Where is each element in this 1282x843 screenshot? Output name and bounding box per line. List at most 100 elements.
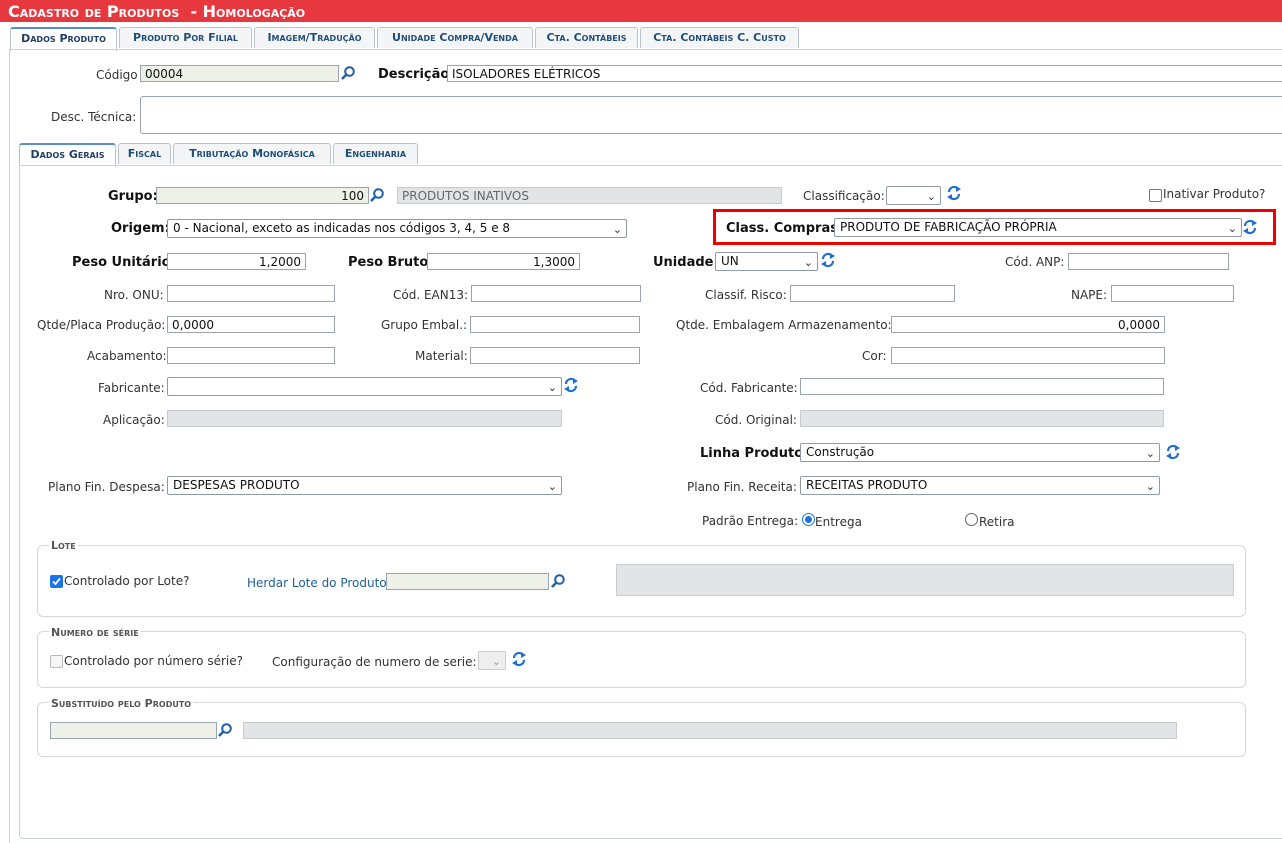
grupo-input[interactable]: 100	[156, 187, 369, 204]
cod-original-label: Cód. Original:	[715, 413, 797, 427]
desc-tecnica-label: Desc. Técnica:	[51, 110, 137, 124]
chevron-down-icon: ⌄	[612, 223, 622, 236]
chevron-down-icon: ⌄	[926, 190, 936, 203]
tab-dados-produto[interactable]: Dados Produto	[10, 27, 117, 51]
nro-onu-input[interactable]	[167, 285, 335, 302]
search-icon[interactable]	[217, 722, 233, 738]
top-tab-bar: Dados Produto Produto Por Filial Imagem/…	[10, 27, 1282, 51]
inativar-produto-checkbox[interactable]	[1149, 189, 1162, 202]
fabricante-select[interactable]: ⌄	[167, 377, 562, 396]
tab-engenharia[interactable]: Engenharia	[333, 143, 418, 164]
chevron-down-icon: ⌄	[1145, 447, 1155, 460]
config-serie-label: Configuração de numero de serie:	[272, 655, 477, 669]
refresh-icon[interactable]	[1165, 444, 1181, 460]
herdar-lote-link[interactable]: Herdar Lote do Produto	[247, 576, 387, 590]
class-compras-select[interactable]: PRODUTO DE FABRICAÇÃO PRÓPRIA ⌄	[834, 218, 1242, 237]
material-input[interactable]	[470, 347, 640, 364]
refresh-icon[interactable]	[563, 377, 579, 393]
controlado-serie-label: Controlado por número série?	[64, 654, 243, 668]
cor-label: Cor:	[862, 349, 887, 363]
plano-despesa-label: Plano Fin. Despesa:	[48, 480, 165, 494]
peso-bruto-input[interactable]: 1,3000	[427, 253, 580, 270]
entrega-radio[interactable]	[802, 513, 815, 526]
nape-label: NAPE:	[1071, 288, 1108, 302]
plano-despesa-select[interactable]: DESPESAS PRODUTO ⌄	[167, 476, 562, 495]
substituido-codigo-input[interactable]	[50, 722, 217, 739]
chevron-down-icon: ⌄	[547, 480, 557, 493]
grupo-embal-input[interactable]	[470, 316, 640, 333]
search-icon[interactable]	[369, 187, 385, 203]
search-icon[interactable]	[340, 65, 356, 81]
tab-produto-por-filial[interactable]: Produto Por Filial	[119, 27, 252, 48]
origem-select[interactable]: 0 - Nacional, exceto as indicadas nos có…	[167, 219, 627, 238]
herdar-lote-input[interactable]	[386, 573, 549, 590]
controlado-serie-checkbox[interactable]	[50, 655, 63, 668]
entrega-radio-label: Entrega	[815, 515, 862, 529]
retira-radio[interactable]	[965, 513, 978, 526]
nro-onu-label: Nro. ONU:	[104, 288, 164, 302]
tab-dados-gerais[interactable]: Dados Gerais	[19, 143, 116, 167]
controlado-lote-checkbox[interactable]	[50, 575, 63, 588]
grupo-label: Grupo:	[108, 189, 158, 204]
material-label: Material:	[415, 349, 468, 363]
tab-unidade-compra-venda[interactable]: Unidade Compra/Venda	[377, 27, 533, 48]
search-icon[interactable]	[550, 573, 566, 589]
qtde-embalagem-label: Qtde. Embalagem Armazenamento:	[676, 318, 892, 332]
cod-anp-input[interactable]	[1068, 253, 1229, 270]
refresh-icon[interactable]	[511, 651, 527, 667]
grupo-description: PRODUTOS INATIVOS	[397, 187, 782, 204]
qtde-placa-input[interactable]: 0,0000	[167, 316, 335, 333]
chevron-down-icon: ⌄	[547, 381, 557, 394]
refresh-icon[interactable]	[946, 185, 962, 201]
peso-unitario-input[interactable]: 1,2000	[167, 253, 306, 270]
cod-ean13-label: Cód. EAN13:	[393, 288, 469, 302]
tab-tributacao-monofasica[interactable]: Tributação Monofásica	[173, 143, 331, 164]
qtde-placa-label: Qtde/Placa Produção:	[37, 318, 166, 332]
controlado-lote-label: Controlado por Lote?	[64, 574, 190, 588]
config-serie-select[interactable]: ⌄	[478, 651, 506, 670]
plano-receita-select[interactable]: RECEITAS PRODUTO ⌄	[800, 476, 1160, 495]
classificacao-select[interactable]: ⌄	[886, 186, 941, 205]
peso-bruto-label: Peso Bruto:	[348, 255, 434, 270]
chevron-down-icon: ⌄	[491, 655, 501, 668]
cod-original-input	[800, 410, 1164, 427]
desc-tecnica-textarea[interactable]	[140, 96, 1282, 134]
window-title: Cadastro de Produtos - Homologação	[8, 2, 306, 21]
refresh-icon[interactable]	[820, 252, 836, 268]
qtde-embalagem-input[interactable]: 0,0000	[891, 316, 1165, 333]
cor-input[interactable]	[891, 347, 1165, 364]
substituido-legend: Substituído pelo Produto	[49, 697, 194, 710]
linha-produto-select[interactable]: Construção ⌄	[800, 443, 1160, 462]
retira-radio-label: Retira	[979, 515, 1015, 529]
chevron-down-icon: ⌄	[1145, 480, 1155, 493]
padrao-entrega-label: Padrão Entrega:	[702, 514, 799, 528]
cod-fabricante-label: Cód. Fabricante:	[700, 381, 798, 395]
unidade-select[interactable]: UN ⌄	[715, 252, 818, 271]
plano-receita-label: Plano Fin. Receita:	[687, 480, 797, 494]
refresh-icon[interactable]	[1242, 219, 1258, 235]
chevron-down-icon: ⌄	[1227, 222, 1237, 235]
cod-ean13-input[interactable]	[471, 285, 641, 302]
nape-input[interactable]	[1111, 285, 1234, 302]
numero-serie-legend: Numero de série	[49, 626, 141, 639]
tab-cta-contabeis-c-custo[interactable]: Cta. Contábeis C. Custo	[640, 27, 799, 48]
aplicacao-label: Aplicação:	[103, 413, 165, 427]
cod-fabricante-input[interactable]	[800, 378, 1164, 395]
substituido-descricao-input	[243, 722, 1177, 739]
tab-fiscal[interactable]: Fiscal	[118, 143, 171, 164]
codigo-input[interactable]: 00004	[140, 65, 339, 82]
cod-anp-label: Cód. ANP:	[1005, 255, 1065, 269]
checkmark-icon	[52, 577, 61, 586]
acabamento-label: Acabamento:	[87, 349, 167, 363]
classif-risco-input[interactable]	[790, 285, 955, 302]
lote-description-textarea	[616, 564, 1234, 596]
acabamento-input[interactable]	[167, 347, 335, 364]
descricao-input[interactable]: ISOLADORES ELÉTRICOS	[447, 65, 1282, 82]
classificacao-label: Classificação:	[803, 189, 885, 203]
tab-cta-contabeis[interactable]: Cta. Contábeis	[535, 27, 638, 48]
tab-imagem-traducao[interactable]: Imagem/Tradução	[254, 27, 375, 48]
peso-unitario-label: Peso Unitário:	[72, 255, 176, 270]
fabricante-label: Fabricante:	[98, 381, 165, 395]
linha-produto-label: Linha Produto:	[700, 446, 809, 461]
inativar-produto-label: Inativar Produto?	[1163, 187, 1266, 201]
